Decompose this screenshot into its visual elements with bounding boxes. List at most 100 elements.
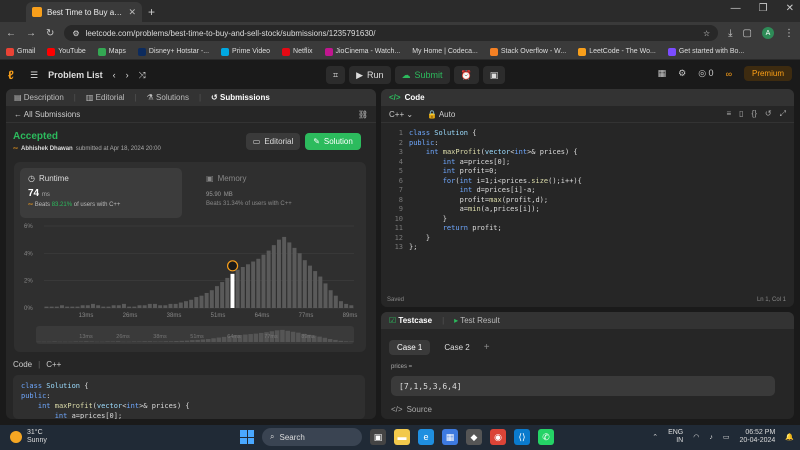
language-indicator[interactable]: ENG IN [668,429,683,445]
chart-bar [246,264,250,308]
tab-submissions[interactable]: ↺ Submissions [211,93,270,102]
shuffle-icon[interactable]: ⤨ [139,70,146,81]
bookmark-jiocinema[interactable]: JioCinema - Watch... [324,47,400,56]
source-toggle[interactable]: </> Source [391,405,432,414]
chart-bar [220,282,225,308]
tab-test-result[interactable]: ▸ Test Result [454,316,500,325]
debug-button[interactable]: ⌗ [326,66,346,84]
maximize-icon[interactable]: ❐ [759,3,768,14]
bookmark-netflix[interactable]: Netflix [282,47,313,56]
all-submissions-link[interactable]: ← All Submissions [14,110,80,119]
new-tab-icon[interactable]: + [148,5,155,19]
notes-icon[interactable]: ▣ [482,66,506,84]
code-editor[interactable]: 1 2 3 4 5 6 7 8 9 10 11 12 13 class Solu… [381,125,794,285]
minimap-bar [338,340,343,342]
volume-icon[interactable]: ♪ [709,434,713,441]
clock[interactable]: 06:52 PM 20-04-2024 [739,429,775,445]
settings-icon[interactable]: ⚙ [678,68,686,79]
taskbar-search[interactable]: ⌕ Search [262,428,362,446]
auto-mode[interactable]: 🔒 Auto [427,110,455,119]
weather-widget[interactable]: 31°C Sunny [10,429,47,445]
format-icon[interactable]: ≡ [726,109,731,119]
case-1-tab[interactable]: Case 1 [389,340,431,355]
premium-button[interactable]: Premium [743,66,792,81]
chart-bar [189,299,194,308]
bookmark-maps[interactable]: Maps [97,47,126,56]
braces-icon[interactable]: {} [752,109,757,119]
tab-title: Best Time to Buy and Sell Stock [47,7,124,17]
reload-icon[interactable]: ↻ [46,28,54,39]
problem-list-icon[interactable]: ☰ [30,70,38,81]
tab-editorial[interactable]: ▥ Editorial [86,93,125,102]
bookmark-getstarted[interactable]: Get started with Bo... [667,47,744,56]
chart-range-slider[interactable]: 13ms 26ms 38ms 51ms 64ms 77ms 89ms [36,326,354,344]
chevron-up-icon[interactable]: ⌃ [652,433,658,441]
notification-icon[interactable]: ◎ 0 [698,68,713,79]
bookmark-icon[interactable]: ▯ [739,109,743,119]
bookmark-gmail[interactable]: Gmail [6,47,35,56]
menu-icon[interactable]: ⋮ [784,28,794,39]
run-button[interactable]: ▶ Run [349,66,391,84]
minimize-icon[interactable]: — [731,3,741,14]
runtime-distribution-chart[interactable]: 6% 4% 2% 0% 13ms 26ms 38ms 51ms 64ms 77ms 89ms [22,220,362,320]
close-tab-icon[interactable]: ✕ [128,7,136,18]
battery-icon[interactable]: ▭ [723,433,730,441]
notification-bell-icon[interactable]: 🔔 [785,433,794,441]
store-icon[interactable]: ▦ [442,429,458,445]
problem-list-link[interactable]: Problem List [48,70,103,80]
language-select[interactable]: C++ ⌄ [389,110,413,119]
browser-tab[interactable]: Best Time to Buy and Sell Stock ✕ [26,2,142,22]
task-view-icon[interactable]: ▣ [370,429,386,445]
case-2-tab[interactable]: Case 2 [436,340,477,355]
windows-start-icon[interactable] [240,430,254,444]
editorial-button[interactable]: ▭ Editorial [246,133,300,150]
file-explorer-icon[interactable]: ▬ [394,429,410,445]
runtime-card[interactable]: ◷ Runtime 74 ms ∾ Beats 83.21% of users w… [20,168,182,218]
reset-icon[interactable]: ↺ [765,109,772,119]
bookmark-codecademy[interactable]: My Home | Codeca... [412,48,478,55]
back-icon[interactable]: ← [6,28,16,39]
tab-solutions[interactable]: ⚗ Solutions [147,93,189,102]
address-bar[interactable]: ⚙ leetcode.com/problems/best-time-to-buy… [64,25,719,41]
tab-description[interactable]: ▤ Description [14,93,64,102]
fullscreen-icon[interactable]: ⤢ [780,109,786,119]
terminal-icon: ▸ [454,316,459,325]
profile-avatar[interactable]: A [762,27,774,39]
bookmark-stackoverflow[interactable]: Stack Overflow - W... [489,47,566,56]
vscode-icon[interactable]: ⟨⟩ [514,429,530,445]
next-problem-icon[interactable]: › [126,70,129,80]
memory-card[interactable]: ▣ Memory 95.90 MB Beats 31.34% of users w… [198,168,348,218]
bookmark-youtube[interactable]: YouTube [47,47,86,56]
streak-icon[interactable]: ∞ [726,69,732,79]
whatsapp-icon[interactable]: ✆ [538,429,554,445]
submit-button[interactable]: ☁ Submit [394,66,450,84]
wifi-icon[interactable]: ◠ [693,433,699,441]
download-icon[interactable]: ⤓ [728,28,732,39]
solution-button[interactable]: ✎ Solution [305,133,361,150]
timer-icon[interactable]: ⏰ [453,66,479,84]
close-window-icon[interactable]: ✕ [786,3,794,14]
forward-icon[interactable]: → [26,28,36,39]
chart-bar [173,303,178,308]
submitted-code-preview: class Solution { public: int maxProfit(v… [13,375,365,419]
bookmark-hotstar[interactable]: Disney+ Hotstar -... [137,47,209,56]
bookmark-prime[interactable]: Prime Video [221,47,270,56]
tab-testcase[interactable]: ☑ Testcase [389,316,432,325]
chrome-icon[interactable]: ◉ [490,429,506,445]
author-name[interactable]: Abhishek Dhawan [21,146,73,152]
prev-problem-icon[interactable]: ‹ [113,70,116,80]
add-case-icon[interactable]: + [484,342,490,353]
share-link-icon[interactable]: ⛓ [358,110,368,119]
code-editor-panel: </> Code C++ ⌄ 🔒 Auto ≡ ▯ {} ↺ ⤢ 1 2 3 4 … [381,89,794,307]
prices-input[interactable]: [7,1,5,3,6,4] [391,376,775,396]
edge-icon[interactable]: e [418,429,434,445]
site-info-icon[interactable]: ⚙ [72,29,79,38]
bookmark-leetcode[interactable]: LeetCode - The Wo... [578,47,656,56]
extensions-icon[interactable]: ▢ [743,28,752,39]
app-icon[interactable]: ◆ [466,429,482,445]
bookmark-star-icon[interactable]: ☆ [703,29,710,38]
status-accepted: Accepted [13,131,59,142]
layout-icon[interactable]: ▦ [658,68,667,79]
code-text[interactable]: class Solution { public: int maxProfit(v… [409,129,582,253]
leetcode-logo-icon[interactable]: ℓ [8,68,20,82]
